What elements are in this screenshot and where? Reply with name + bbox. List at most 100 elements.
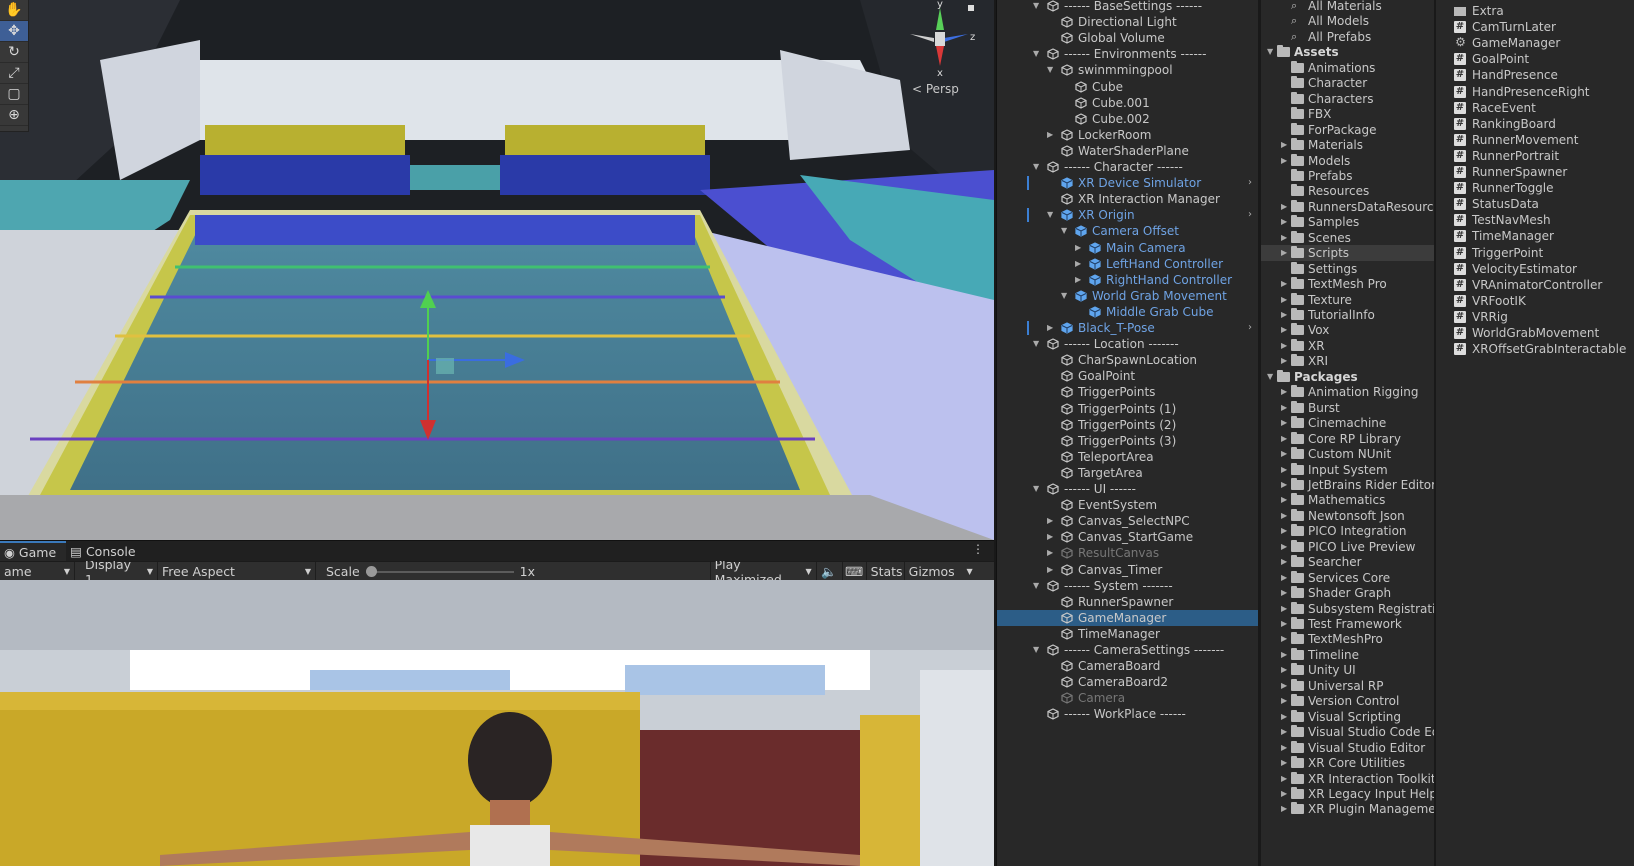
expand-arrow-right-icon[interactable]: ▶ [1281,585,1287,601]
project-folder[interactable]: ▶ XR Core Utilities [1261,755,1434,771]
script-asset[interactable]: # CamTurnLater [1436,19,1634,35]
project-folder[interactable]: Animations [1261,60,1434,76]
gizmos-dropdown[interactable]: Gizmos ▼ [905,562,977,581]
script-asset[interactable]: # VRRig [1436,309,1634,325]
script-asset[interactable]: # RankingBoard [1436,116,1634,132]
expand-arrow-right-icon[interactable]: ▶ [1281,353,1287,369]
expand-arrow-right-icon[interactable]: ▶ [1281,755,1287,771]
keyboard-shortcuts-button[interactable]: ⌨ [843,562,867,581]
script-asset[interactable]: # RunnerToggle [1436,180,1634,196]
project-folder[interactable]: ▶ Input System [1261,462,1434,478]
project-folder[interactable]: ▶ Materials [1261,137,1434,153]
expand-arrow-right-icon[interactable]: ▶ [1075,240,1081,256]
tab-game[interactable]: ◉ Game [0,541,67,561]
hierarchy-item[interactable]: Cube.002 [997,111,1258,127]
expand-arrow-right-icon[interactable]: ▶ [1281,616,1287,632]
hierarchy-item[interactable]: ▶ Black_T-Pose › [997,320,1258,336]
expand-arrow-right-icon[interactable]: ▶ [1281,230,1287,246]
project-folder[interactable]: ▶ PICO Live Preview [1261,539,1434,555]
hierarchy-item[interactable]: TimeManager [997,626,1258,642]
expand-arrow-right-icon[interactable]: ▶ [1047,562,1053,578]
script-asset[interactable]: # XROffsetGrabInteractable [1436,341,1634,357]
hierarchy-item[interactable]: ▶ Canvas_Timer [997,562,1258,578]
project-folder[interactable]: ▶ Visual Scripting [1261,709,1434,725]
expand-arrow-right-icon[interactable]: ▶ [1281,477,1287,493]
script-asset[interactable]: # RaceEvent [1436,100,1634,116]
project-folder[interactable]: ▶ Texture [1261,292,1434,308]
script-asset[interactable]: # VRFootIK [1436,293,1634,309]
script-asset[interactable]: # VelocityEstimator [1436,261,1634,277]
project-folder[interactable]: Characters [1261,91,1434,107]
project-folder[interactable]: ▶ Services Core [1261,570,1434,586]
project-folder[interactable]: ▶ TutorialInfo [1261,307,1434,323]
project-folder[interactable]: ▶ Custom NUnit [1261,446,1434,462]
hierarchy-item[interactable]: CharSpawnLocation [997,352,1258,368]
expand-arrow-right-icon[interactable]: ▶ [1281,662,1287,678]
file-list-folder[interactable]: Extra [1436,3,1634,19]
hierarchy-item[interactable]: XR Interaction Manager [997,191,1258,207]
expand-arrow-right-icon[interactable]: ▶ [1281,137,1287,153]
hierarchy-item[interactable]: TeleportArea [997,449,1258,465]
project-folder[interactable]: ▶ Core RP Library [1261,431,1434,447]
open-prefab-arrow-icon[interactable]: › [1248,320,1252,336]
expand-arrow-right-icon[interactable]: ▶ [1281,431,1287,447]
saved-search-item[interactable]: ⌕ All Models [1261,13,1434,29]
hierarchy-item[interactable]: GoalPoint [997,368,1258,384]
scale-slider-handle[interactable] [365,565,377,577]
project-folder[interactable]: ▶ XRI [1261,353,1434,369]
expand-arrow-right-icon[interactable]: ▶ [1281,801,1287,817]
project-folder[interactable]: Character [1261,75,1434,91]
expand-arrow-down-icon[interactable]: ▼ [1033,46,1039,62]
expand-arrow-down-icon[interactable]: ▼ [1047,207,1053,223]
project-folder[interactable]: ▶ Test Framework [1261,616,1434,632]
expand-arrow-right-icon[interactable]: ▶ [1047,513,1053,529]
script-asset[interactable]: # TimeManager [1436,228,1634,244]
script-asset[interactable]: ⚙ GameManager [1436,35,1634,51]
script-asset[interactable]: # HandPresenceRight [1436,84,1634,100]
hierarchy-item[interactable]: ▼ ------ BaseSettings ------ [997,0,1258,14]
hierarchy-item[interactable]: Cube [997,79,1258,95]
gizmo-lock-icon[interactable] [968,5,974,11]
hierarchy-item[interactable]: Global Volume [997,30,1258,46]
play-mode-dropdown[interactable]: Play Maximized ▼ [709,557,817,587]
aspect-dropdown[interactable]: Free Aspect ▼ [158,562,316,581]
expand-arrow-right-icon[interactable]: ▶ [1047,127,1053,143]
expand-arrow-right-icon[interactable]: ▶ [1281,214,1287,230]
expand-arrow-right-icon[interactable]: ▶ [1281,384,1287,400]
hierarchy-item[interactable]: ▼ swinmmingpool [997,62,1258,78]
project-folder[interactable]: ▶ Newtonsoft Json [1261,508,1434,524]
project-folder[interactable]: ▶ Vox [1261,322,1434,338]
script-asset[interactable]: # VRAnimatorController [1436,277,1634,293]
hierarchy-item[interactable]: ▼ ------ CameraSettings ------- [997,642,1258,658]
hierarchy-item[interactable]: ▶ Canvas_SelectNPC [997,513,1258,529]
project-folder[interactable]: ▶ XR Interaction Toolkit [1261,771,1434,787]
expand-arrow-down-icon[interactable]: ▼ [1033,642,1039,658]
expand-arrow-right-icon[interactable]: ▶ [1281,276,1287,292]
project-folder[interactable]: ▶ Mathematics [1261,492,1434,508]
hierarchy-item[interactable]: XR Device Simulator › [997,175,1258,191]
expand-arrow-right-icon[interactable]: ▶ [1281,539,1287,555]
expand-arrow-right-icon[interactable]: ▶ [1281,338,1287,354]
hierarchy-item[interactable]: WaterShaderPlane [997,143,1258,159]
expand-arrow-right-icon[interactable]: ▶ [1281,199,1287,215]
project-folder[interactable]: ▶ XR Legacy Input Helpers [1261,786,1434,802]
expand-arrow-right-icon[interactable]: ▶ [1281,693,1287,709]
expand-arrow-right-icon[interactable]: ▶ [1281,292,1287,308]
expand-arrow-right-icon[interactable]: ▶ [1281,492,1287,508]
hierarchy-item[interactable]: ▶ LockerRoom [997,127,1258,143]
script-asset[interactable]: # RunnerPortrait [1436,148,1634,164]
expand-arrow-down-icon[interactable]: ▼ [1047,62,1053,78]
scene-render[interactable] [0,0,994,540]
project-folder[interactable]: Settings [1261,261,1434,277]
expand-arrow-right-icon[interactable]: ▶ [1281,523,1287,539]
script-asset[interactable]: # RunnerSpawner [1436,164,1634,180]
game-view[interactable] [0,580,994,866]
hierarchy-item[interactable]: CameraBoard [997,658,1258,674]
hierarchy-item[interactable]: TriggerPoints (2) [997,417,1258,433]
hierarchy-item[interactable]: ▼ World Grab Movement [997,288,1258,304]
hierarchy-item[interactable]: ------ WorkPlace ------ [997,706,1258,722]
project-folder[interactable]: ▶ Universal RP [1261,678,1434,694]
more-options-icon[interactable]: ⋮ [972,542,984,556]
script-asset[interactable]: # TestNavMesh [1436,212,1634,228]
expand-arrow-down-icon[interactable]: ▼ [1061,223,1067,239]
